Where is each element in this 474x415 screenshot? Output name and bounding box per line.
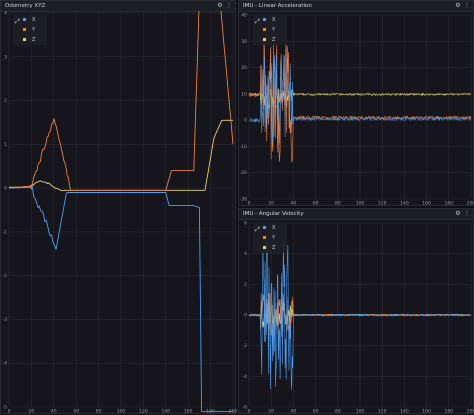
gear-icon[interactable]: ⚙ — [216, 2, 224, 10]
x-tick-label: 140 — [400, 201, 409, 207]
legend-swatch — [263, 246, 266, 249]
linear-accel-panel: IMU - Linear Acceleration ⚙ ⋮ 40 30 20 10 0-… — [238, 0, 474, 207]
linear-accel-legend: ⤢ X Y Z — [253, 15, 287, 45]
legend-swatch — [23, 18, 26, 21]
y-tick-label: -20 — [240, 170, 247, 176]
legend-label: Z — [272, 37, 276, 43]
legend-item-z[interactable]: Z — [263, 37, 275, 44]
more-vert-icon[interactable]: ⋮ — [225, 2, 233, 10]
angular-vel-panel: IMU - Angular Velocity ⚙ ⋮ 6 4 2 0 -2 -4 -6 0 20… — [238, 208, 474, 415]
y-tick-label: 0 — [4, 186, 7, 192]
legend-label: X — [272, 17, 276, 23]
y-tick-label: 30 — [241, 39, 247, 45]
y-tick-label: 40 — [241, 13, 247, 19]
y-tick-label: -3 — [3, 317, 8, 323]
gear-icon[interactable]: ⚙ — [454, 2, 462, 10]
panel-title: IMU - Linear Acceleration — [243, 3, 312, 9]
legend-label: Y — [32, 27, 36, 33]
y-tick-label: 3 — [4, 54, 7, 60]
legend-label: Y — [272, 235, 276, 241]
y-tick-label: -4 — [243, 374, 248, 380]
legend-item-y[interactable]: Y — [263, 27, 275, 34]
y-tick-label: 20 — [241, 65, 247, 71]
x-tick-label: 40 — [291, 201, 297, 207]
legend-item-x[interactable]: X — [263, 225, 275, 232]
x-tick-label: 120 — [378, 201, 387, 207]
x-tick-label: 100 — [356, 201, 365, 207]
legend-item-z[interactable]: Z — [263, 245, 275, 252]
legend-swatch — [23, 28, 26, 31]
legend-item-y[interactable]: Y — [263, 235, 275, 242]
legend-swatch — [263, 236, 266, 239]
legend-swatch — [23, 38, 26, 41]
x-tick-label: 60 — [313, 201, 319, 207]
y-tick-label: 10 — [241, 91, 247, 97]
y-tick-label: 2 — [244, 282, 247, 288]
odometry-legend: ⤢ X Y Z — [13, 15, 47, 45]
legend-label: Y — [272, 27, 276, 33]
x-tick-label: 20 — [268, 201, 274, 207]
y-tick-label: -2 — [243, 343, 248, 349]
y-tick-label: 4 — [244, 251, 247, 257]
y-tick-label: -6 — [243, 405, 248, 411]
panel-title: Odometry XYZ — [5, 3, 46, 9]
legend-toggle-icon[interactable]: ⤢ — [255, 226, 260, 234]
y-tick-label: 0 — [244, 313, 247, 319]
y-tick-label: -2 — [3, 273, 8, 279]
legend-toggle-icon[interactable]: ⤢ — [255, 18, 260, 26]
y-tick-label: -5 — [3, 405, 8, 411]
legend-item-y[interactable]: Y — [23, 27, 35, 34]
x-tick-label: 80 — [335, 201, 341, 207]
legend-item-z[interactable]: Z — [23, 37, 35, 44]
more-vert-icon[interactable]: ⋮ — [463, 210, 471, 218]
gear-icon[interactable]: ⚙ — [454, 210, 462, 218]
legend-toggle-icon[interactable]: ⤢ — [15, 18, 20, 26]
y-tick-label: 1 — [4, 142, 7, 148]
legend-swatch — [263, 226, 266, 229]
y-tick-label: -1 — [3, 229, 8, 235]
y-tick-label: -10 — [240, 144, 247, 150]
legend-swatch — [263, 18, 266, 21]
x-tick-label: 160 — [422, 201, 431, 207]
legend-label: Z — [272, 245, 276, 251]
legend-item-x[interactable]: X — [23, 17, 35, 24]
legend-label: X — [272, 225, 276, 231]
x-tick-label: 200 — [467, 201, 474, 207]
legend-label: X — [32, 17, 36, 23]
y-tick-label: 6 — [244, 221, 247, 227]
legend-label: Z — [32, 37, 36, 43]
x-tick-label: 180 — [445, 201, 454, 207]
angular-vel-legend: ⤢ X Y Z — [253, 223, 287, 253]
odometry-plot[interactable]: 43210-1-2-3-4-50 20 40 60 80 100 120 140 160 180 2… — [1, 11, 237, 415]
y-tick-label: -30 — [240, 197, 247, 203]
x-tick-label: 0 — [248, 201, 251, 207]
legend-swatch — [263, 28, 266, 31]
legend-swatch — [263, 38, 266, 41]
more-vert-icon[interactable]: ⋮ — [463, 2, 471, 10]
y-tick-label: 0 — [244, 118, 247, 124]
legend-item-x[interactable]: X — [263, 17, 275, 24]
odometry-panel: Odometry XYZ ⚙ ⋮ 4 3 2 1 0 -1 -2 -3 -4 -5 0 20 40 60 8… — [0, 0, 237, 415]
panel-title: IMU - Angular Velocity — [243, 211, 304, 217]
y-tick-label: -4 — [3, 361, 8, 367]
y-tick-label: 4 — [4, 11, 7, 17]
y-tick-label: 2 — [4, 98, 7, 104]
